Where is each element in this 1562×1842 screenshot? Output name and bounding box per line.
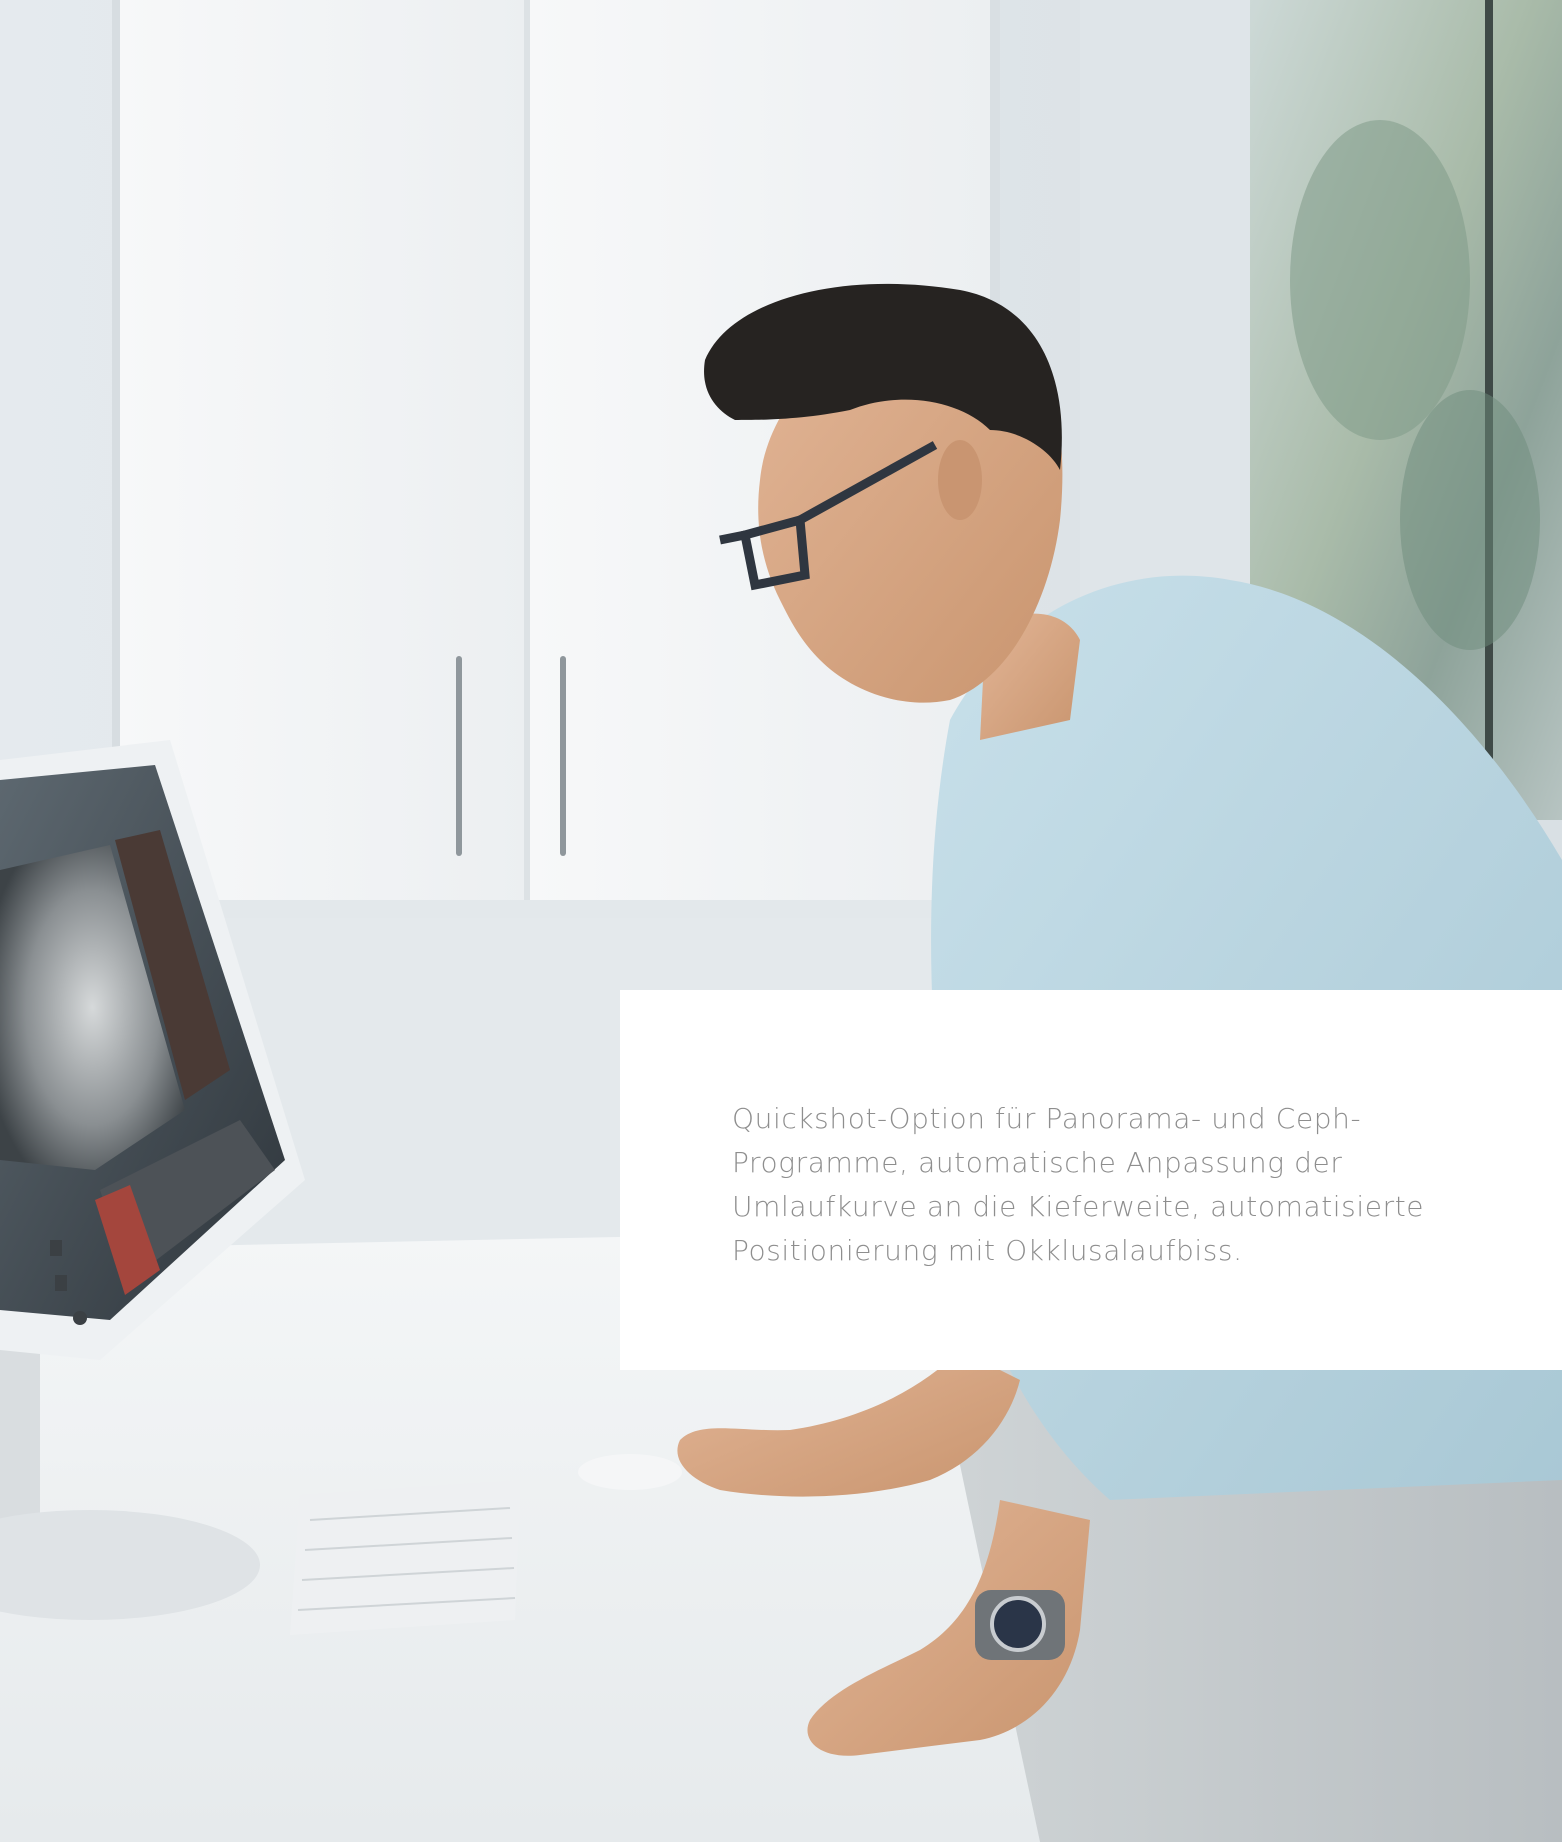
keyboard (290, 1480, 520, 1635)
cabinet-handle-left (456, 656, 462, 856)
caption-line: Umlaufkurve an die Kieferweite, automati… (732, 1190, 1425, 1223)
cabinet-handle-right (560, 656, 566, 856)
cabinet-door-left (120, 0, 530, 900)
caption-text: Quickshot-Option für Panorama- und Ceph-… (732, 1097, 1502, 1273)
mouse (578, 1454, 682, 1490)
caption-line: Programme, automatische Anpassung der (732, 1146, 1343, 1179)
caption-line: Quickshot-Option für Panorama- und Ceph- (732, 1102, 1362, 1135)
photo-scene (0, 0, 1562, 1842)
caption-line: Positionierung mit Okklusalaufbiss. (732, 1234, 1243, 1267)
caption-panel: Quickshot-Option für Panorama- und Ceph-… (620, 990, 1562, 1370)
office-photo (0, 0, 1562, 1842)
